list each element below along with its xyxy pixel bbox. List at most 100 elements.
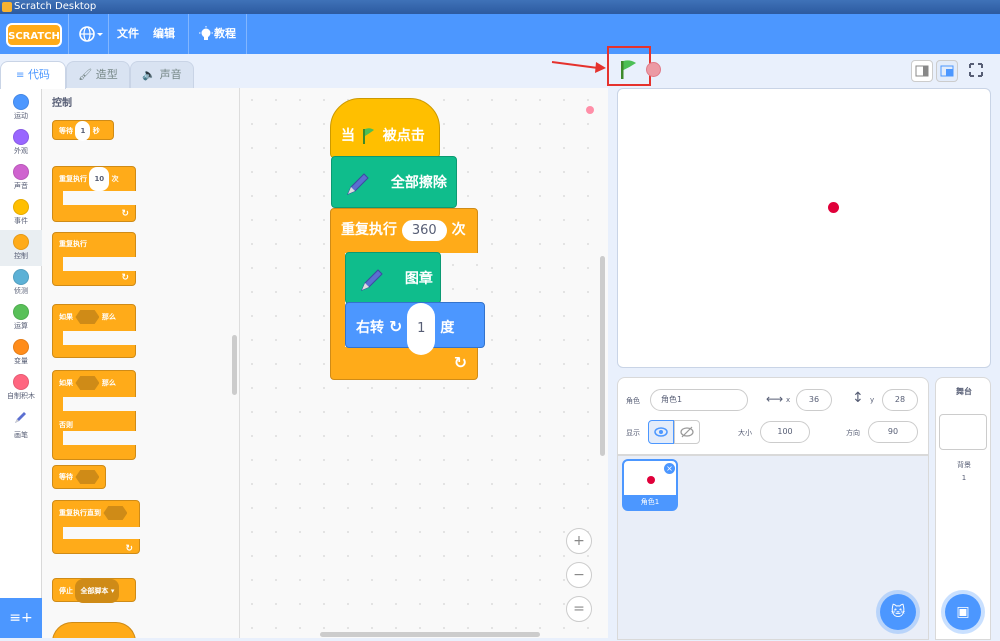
- palette-block-stop[interactable]: 停止 全部脚本 ▾: [52, 578, 136, 603]
- category-color-dot: [13, 339, 29, 355]
- speaker-icon: 🔈: [142, 68, 157, 81]
- large-stage-button[interactable]: [936, 60, 958, 82]
- category-color-dot: [13, 94, 29, 110]
- pen-stamp-block[interactable]: 图章: [345, 252, 441, 304]
- tab-code[interactable]: ≡ 代码: [0, 61, 66, 89]
- block-label: 重复执行: [341, 222, 397, 238]
- choose-sprite-button[interactable]: 🐱: [880, 594, 916, 630]
- tab-sounds-label: 声音: [159, 68, 182, 81]
- show-label: 显示: [626, 429, 640, 437]
- menu-divider: [108, 14, 109, 54]
- palette-block-if[interactable]: 如果 那么: [52, 304, 137, 358]
- boolean-slot[interactable]: [75, 470, 100, 484]
- small-stage-icon: [915, 65, 929, 77]
- boolean-slot[interactable]: [75, 376, 100, 390]
- palette-block-wait-until[interactable]: 等待: [52, 465, 106, 489]
- block-label: 那么: [101, 379, 116, 387]
- repeat-count-input[interactable]: 360: [401, 220, 447, 241]
- eye-off-icon: [680, 426, 694, 438]
- file-menu[interactable]: 文件: [117, 14, 139, 54]
- fullscreen-button[interactable]: [966, 60, 988, 82]
- block-label: 右转: [356, 320, 384, 336]
- sprite-thumbnail[interactable]: × 角色1: [622, 459, 678, 511]
- vertical-arrows-icon: ↕: [852, 390, 864, 406]
- block-label: 秒: [92, 127, 100, 135]
- stage-canvas[interactable]: [617, 88, 991, 368]
- eye-icon: [654, 427, 668, 437]
- boolean-slot[interactable]: [103, 506, 128, 520]
- category-color-dot: [13, 199, 29, 215]
- block-label: 如果: [59, 313, 73, 321]
- language-menu[interactable]: [76, 14, 104, 54]
- block-label: 度: [440, 320, 455, 336]
- zoom-reset-button[interactable]: =: [566, 596, 592, 622]
- category-my-blocks[interactable]: 自制积木: [0, 370, 42, 406]
- zoom-reset-icon: =: [573, 601, 585, 617]
- annotation-arrow-icon: [551, 61, 606, 73]
- category-color-dot: [13, 129, 29, 145]
- tab-costumes-label: 造型: [95, 68, 118, 81]
- turn-degrees-input[interactable]: 1: [407, 303, 436, 355]
- pen-clear-block[interactable]: 全部擦除: [331, 156, 457, 208]
- green-flag-button[interactable]: [617, 58, 641, 82]
- stop-button[interactable]: [646, 62, 661, 77]
- small-stage-button[interactable]: [911, 60, 933, 82]
- stage-thumbnail[interactable]: [939, 414, 987, 450]
- palette-block-repeat[interactable]: 重复执行 10 次 ↻: [52, 166, 137, 222]
- block-input[interactable]: 10: [89, 167, 110, 191]
- palette-scrollbar[interactable]: [232, 335, 237, 395]
- category-variables[interactable]: 变量: [0, 335, 42, 371]
- tutorials-menu[interactable]: 教程: [198, 14, 244, 54]
- x-label: x: [786, 396, 791, 404]
- when-flag-clicked-block[interactable]: 当 被点击: [330, 98, 440, 158]
- block-label: 那么: [101, 313, 116, 321]
- category-control[interactable]: 控制: [0, 230, 42, 266]
- size-input[interactable]: 100: [760, 421, 810, 443]
- zoom-out-button[interactable]: −: [566, 562, 592, 588]
- boolean-slot[interactable]: [75, 310, 100, 324]
- tab-sounds[interactable]: 🔈 声音: [130, 61, 194, 88]
- zoom-in-button[interactable]: +: [566, 528, 592, 554]
- sprite-thumbnail-image: [647, 476, 655, 484]
- block-label: 停止: [59, 587, 73, 595]
- x-input[interactable]: 36: [796, 389, 832, 411]
- sprite-indicator-dot: [586, 106, 594, 114]
- turn-right-block[interactable]: 右转 ↻ 1 度: [345, 302, 485, 355]
- c-block-mouth: [63, 397, 137, 411]
- sprite-name-input[interactable]: 角色1: [650, 389, 748, 411]
- block-label: 等待: [59, 127, 73, 135]
- script-area-horizontal-scrollbar[interactable]: [320, 632, 540, 637]
- stop-dropdown[interactable]: 全部脚本 ▾: [75, 579, 120, 603]
- menu-divider: [68, 14, 69, 54]
- category-sensing[interactable]: 侦测: [0, 265, 42, 301]
- palette-block-hat[interactable]: [52, 622, 136, 638]
- green-flag-icon: [362, 128, 374, 144]
- show-sprite-button[interactable]: [648, 420, 674, 444]
- sprite-dot[interactable]: [828, 202, 839, 213]
- edit-menu[interactable]: 编辑: [153, 14, 175, 54]
- scratch-logo[interactable]: SCRATCH: [6, 23, 62, 47]
- lightbulb-icon: [199, 26, 213, 40]
- y-input[interactable]: 28: [882, 389, 918, 411]
- add-extension-button[interactable]: ≡+: [0, 598, 42, 638]
- script-area-vertical-scrollbar[interactable]: [600, 256, 605, 456]
- category-pen[interactable]: 画笔: [0, 405, 42, 441]
- category-operators[interactable]: 运算: [0, 300, 42, 336]
- category-looks[interactable]: 外观: [0, 125, 42, 161]
- palette-block-repeat-until[interactable]: 重复执行直到 ↻: [52, 500, 141, 554]
- script-area[interactable]: 当 被点击 全部擦除 重复执行 360 次 ↻ 图章 右转 ↻ 1 度 + − …: [240, 88, 608, 638]
- choose-backdrop-button[interactable]: ▣: [945, 594, 981, 630]
- direction-input[interactable]: 90: [868, 421, 918, 443]
- hide-sprite-button[interactable]: [674, 420, 700, 444]
- block-input[interactable]: 1: [75, 121, 91, 141]
- menu-divider: [246, 14, 247, 54]
- palette-block-if-else[interactable]: 如果 那么 否则: [52, 370, 137, 460]
- palette-block-wait[interactable]: 等待 1 秒: [52, 120, 114, 141]
- category-events[interactable]: 事件: [0, 195, 42, 231]
- palette-block-forever[interactable]: 重复执行 ↻: [52, 232, 137, 286]
- delete-sprite-icon[interactable]: ×: [664, 463, 675, 474]
- category-sound[interactable]: 声音: [0, 160, 42, 196]
- category-motion[interactable]: 运动: [0, 90, 42, 126]
- fullscreen-icon: [969, 63, 983, 77]
- tab-costumes[interactable]: 🖌 造型: [66, 61, 130, 88]
